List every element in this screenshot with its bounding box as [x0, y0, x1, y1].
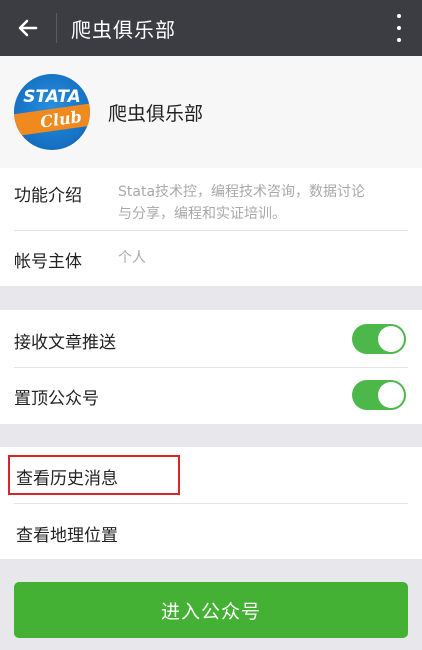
toggle-knob — [378, 382, 404, 408]
more-vertical-icon[interactable] — [392, 14, 406, 42]
highlight-box — [8, 455, 180, 495]
intro-value-line2: 与分享，编程和实证培训。 — [118, 206, 286, 222]
header-divider — [56, 13, 57, 43]
owner-row: 帐号主体 个人 — [14, 247, 146, 272]
account-logo: STATA Club — [14, 74, 90, 150]
intro-value: Stata技术控，编程技术咨询，数据讨论 与分享，编程和实证培训。 — [118, 181, 365, 225]
page-title: 爬虫俱乐部 — [71, 17, 176, 42]
back-button[interactable] — [0, 0, 56, 56]
receive-push-label: 接收文章推送 — [14, 333, 116, 353]
toggle-knob — [378, 326, 404, 352]
divider — [14, 367, 408, 368]
settings-card: 接收文章推送 置顶公众号 — [0, 310, 422, 424]
arrow-left-icon — [18, 19, 38, 37]
account-name: 爬虫俱乐部 — [108, 102, 204, 125]
logo-band: Club — [14, 102, 90, 138]
enter-account-button[interactable]: 进入公众号 — [14, 582, 408, 638]
pin-account-label: 置顶公众号 — [14, 389, 99, 409]
intro-value-line1: Stata技术控，编程技术咨询，数据讨论 — [118, 184, 366, 200]
account-profile: STATA Club 爬虫俱乐部 — [0, 56, 422, 168]
pin-account-toggle[interactable] — [352, 380, 406, 410]
divider — [14, 230, 408, 231]
receive-push-toggle[interactable] — [352, 324, 406, 354]
logo-text-top: STATA — [23, 87, 81, 107]
intro-row: 功能介绍 Stata技术控，编程技术咨询，数据讨论 与分享，编程和实证培训。 — [14, 181, 365, 225]
info-card: 功能介绍 Stata技术控，编程技术咨询，数据讨论 与分享，编程和实证培训。 帐… — [0, 168, 422, 286]
logo-text-bottom: Club — [38, 106, 83, 132]
intro-label: 功能介绍 — [14, 186, 82, 206]
top-bar: 爬虫俱乐部 — [0, 0, 422, 56]
geo-location-label: 查看地理位置 — [16, 526, 118, 546]
owner-value: 个人 — [118, 250, 146, 266]
geo-location-item[interactable]: 查看地理位置 — [0, 504, 422, 559]
owner-label: 帐号主体 — [14, 252, 82, 272]
